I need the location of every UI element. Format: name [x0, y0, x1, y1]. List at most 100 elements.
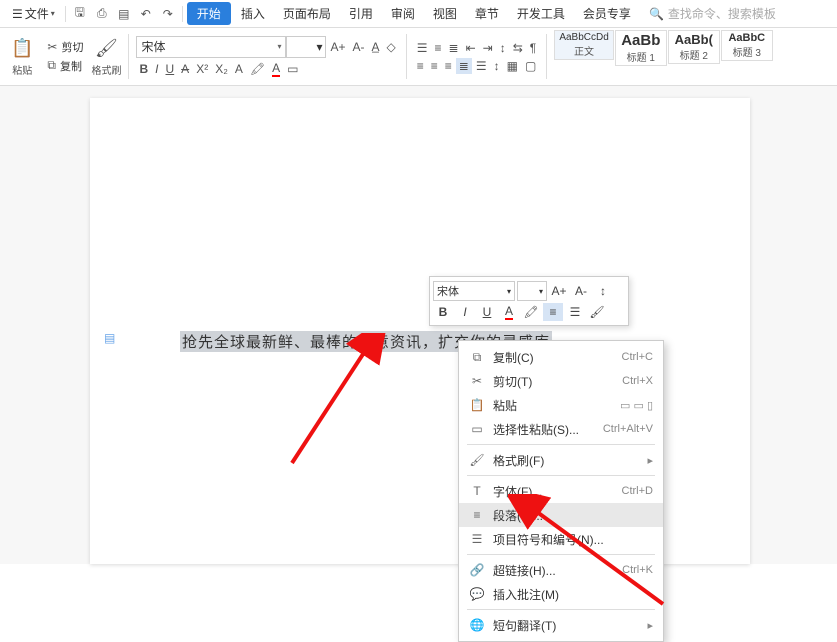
ctx-paste-special[interactable]: ▭ 选择性粘贴(S)... Ctrl+Alt+V — [459, 417, 663, 441]
ctx-copy[interactable]: ⧉ 复制(C) Ctrl+C — [459, 345, 663, 369]
align-icon[interactable]: ≡ — [543, 303, 563, 321]
align-justify-icon[interactable]: ≣ — [456, 58, 472, 74]
context-menu: ⧉ 复制(C) Ctrl+C ✂ 剪切(T) Ctrl+X 📋 粘贴 ▭ ▭ ▯… — [458, 340, 664, 642]
style-normal[interactable]: AaBbCcDd 正文 — [554, 30, 613, 60]
font-group: 宋体▾ ▾ A+ A- A̲ ◇ B I U A X² X₂ A 🖍 A ▭ — [132, 30, 402, 83]
ctx-label: 项目符号和编号(N)... — [493, 531, 653, 548]
tab-member[interactable]: 会员专享 — [575, 1, 639, 26]
italic-icon[interactable]: I — [152, 61, 161, 77]
align-right-icon[interactable]: ≡ — [442, 58, 455, 74]
style-h3[interactable]: AaBbC 标题 3 — [721, 30, 773, 61]
search-placeholder[interactable]: 查找命令、搜索模板 — [668, 5, 776, 22]
tab-review[interactable]: 审阅 — [383, 1, 423, 26]
cut-icon[interactable]: ✂ — [44, 39, 60, 55]
tab-layout[interactable]: 页面布局 — [275, 1, 339, 26]
ctx-label: 超链接(H)... — [493, 562, 614, 579]
font-icon: T — [469, 484, 485, 498]
separator — [467, 444, 655, 445]
undo-icon[interactable]: ↶ — [136, 4, 156, 24]
copy-icon[interactable]: ⧉ — [44, 57, 59, 74]
paste-button[interactable]: 📋 — [8, 37, 36, 60]
mini-font: 宋体 — [437, 283, 459, 299]
font-family-select[interactable]: 宋体▾ — [136, 36, 286, 58]
ctx-comment[interactable]: 💬 插入批注(M) — [459, 582, 663, 606]
underline-icon[interactable]: U — [477, 303, 497, 321]
mini-size-select[interactable]: ▾ — [517, 281, 547, 301]
shading-icon[interactable]: ▦ — [504, 58, 521, 74]
ctx-label: 段落(P)... — [493, 507, 653, 524]
chevron-down-icon: ▾ — [507, 287, 511, 296]
align-center-icon[interactable]: ≡ — [428, 58, 441, 74]
chevron-down-icon: ▾ — [316, 40, 322, 54]
print-preview-icon[interactable]: ▤ — [114, 4, 134, 24]
font-size-select[interactable]: ▾ — [286, 36, 326, 58]
ctx-hyperlink[interactable]: 🔗 超链接(H)... Ctrl+K — [459, 558, 663, 582]
indent-icon[interactable]: ⇥ — [480, 40, 496, 56]
grow-font-icon[interactable]: A+ — [327, 39, 348, 55]
underline-icon[interactable]: U — [163, 61, 178, 77]
ctx-label: 短句翻译(T) — [493, 617, 639, 634]
tab-chapter[interactable]: 章节 — [467, 1, 507, 26]
text-effect-icon[interactable]: A — [232, 61, 246, 77]
highlight-icon[interactable]: 🖍 — [521, 303, 541, 321]
redo-icon[interactable]: ↷ — [158, 4, 178, 24]
show-marks-icon[interactable]: ¶ — [527, 40, 539, 56]
font-color-icon[interactable]: A — [269, 60, 283, 78]
grow-font-icon[interactable]: A+ — [549, 282, 569, 300]
bullets-icon[interactable]: ☰ — [414, 40, 431, 56]
format-painter-icon[interactable]: 🖌 — [587, 303, 607, 321]
line-spacing-icon[interactable]: ↕ — [491, 58, 503, 74]
hamburger-icon: ☰ — [12, 7, 23, 21]
tab-icon[interactable]: ⇆ — [510, 40, 526, 56]
highlight-icon[interactable]: 🖍 — [247, 61, 268, 77]
shortcut: Ctrl+D — [622, 485, 653, 497]
search-icon[interactable]: 🔍 — [649, 7, 664, 21]
style-sample: AaBb — [620, 32, 662, 49]
tab-ref[interactable]: 引用 — [341, 1, 381, 26]
numbering-icon[interactable]: ≡ — [432, 40, 445, 56]
ctx-translate[interactable]: 🌐 短句翻译(T) ▸ — [459, 613, 663, 637]
subscript-icon[interactable]: X₂ — [212, 61, 231, 77]
sort-icon[interactable]: ↕ — [497, 40, 509, 56]
separator — [467, 475, 655, 476]
ctx-label: 剪切(T) — [493, 373, 614, 390]
bold-icon[interactable]: B — [136, 61, 151, 77]
save-icon[interactable]: 🖫 — [70, 4, 90, 24]
char-border-icon[interactable]: ▭ — [284, 61, 301, 77]
format-painter-icon[interactable]: 🖌 — [91, 37, 121, 60]
shrink-font-icon[interactable]: A- — [350, 39, 368, 55]
ctx-paste[interactable]: 📋 粘贴 ▭ ▭ ▯ — [459, 393, 663, 417]
ctx-font[interactable]: T 字体(F)... Ctrl+D — [459, 479, 663, 503]
style-h1[interactable]: AaBb 标题 1 — [615, 30, 667, 66]
italic-icon[interactable]: I — [455, 303, 475, 321]
menubar: ☰ 文件 ▾ 🖫 ⎙ ▤ ↶ ↷ 开始 插入 页面布局 引用 审阅 视图 章节 … — [0, 0, 837, 28]
tab-start[interactable]: 开始 — [187, 2, 231, 25]
clear-format-icon[interactable]: ◇ — [384, 39, 399, 55]
mini-font-select[interactable]: 宋体 ▾ — [433, 281, 515, 301]
file-menu[interactable]: ☰ 文件 ▾ — [6, 3, 61, 24]
ctx-format-painter[interactable]: 🖌 格式刷(F) ▸ — [459, 448, 663, 472]
tab-insert[interactable]: 插入 — [233, 1, 273, 26]
outdent-icon[interactable]: ⇤ — [463, 40, 479, 56]
tab-dev[interactable]: 开发工具 — [509, 1, 573, 26]
style-h2[interactable]: AaBb( 标题 2 — [668, 30, 720, 64]
multilevel-icon[interactable]: ≣ — [446, 40, 462, 56]
distribute-icon[interactable]: ☰ — [473, 58, 490, 74]
bullets-icon[interactable]: ☰ — [565, 303, 585, 321]
font-color-icon[interactable]: A — [499, 303, 519, 321]
shrink-font-icon[interactable]: A- — [571, 282, 591, 300]
separator — [182, 6, 183, 22]
superscript-icon[interactable]: X² — [193, 61, 211, 77]
change-case-icon[interactable]: A̲ — [369, 39, 383, 55]
ctx-bullets[interactable]: ☰ 项目符号和编号(N)... — [459, 527, 663, 551]
border-icon[interactable]: ▢ — [522, 58, 539, 74]
print-icon[interactable]: ⎙ — [92, 4, 112, 24]
shortcut: Ctrl+X — [622, 375, 653, 387]
tab-view[interactable]: 视图 — [425, 1, 465, 26]
line-spacing-icon[interactable]: ↕ — [593, 282, 613, 300]
strike-icon[interactable]: A — [178, 61, 192, 77]
ctx-cut[interactable]: ✂ 剪切(T) Ctrl+X — [459, 369, 663, 393]
align-left-icon[interactable]: ≡ — [414, 58, 427, 74]
ctx-paragraph[interactable]: ≡ 段落(P)... — [459, 503, 663, 527]
bold-icon[interactable]: B — [433, 303, 453, 321]
